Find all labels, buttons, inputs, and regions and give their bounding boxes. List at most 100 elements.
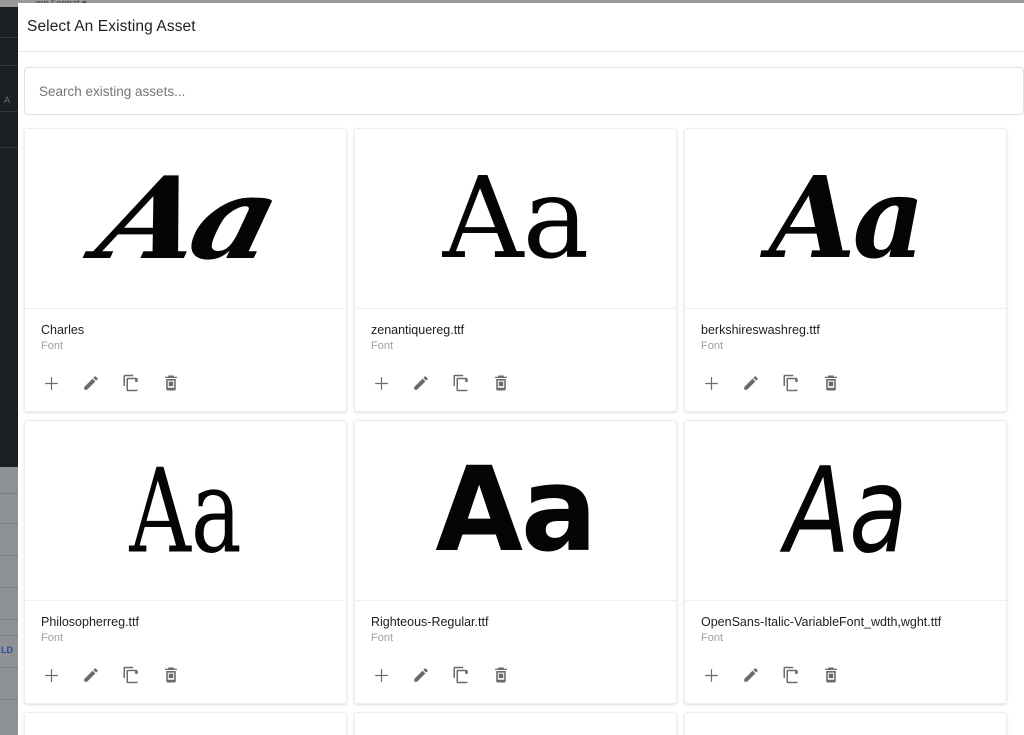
- dialog-header: Select An Existing Asset: [18, 3, 1024, 52]
- edit-button[interactable]: [79, 663, 103, 687]
- asset-name: Charles: [41, 323, 85, 337]
- asset-actions: [25, 354, 346, 411]
- background-sidebar: A: [0, 7, 18, 467]
- asset-type: Font: [371, 632, 394, 644]
- asset-grid: Aa Charles Font Aa zenantiquereg.ttf Fon…: [24, 128, 1018, 735]
- dialog-title: Select An Existing Asset: [27, 18, 196, 35]
- font-preview-glyph: Aa: [784, 441, 908, 579]
- search-bar: [24, 67, 1024, 115]
- add-button[interactable]: [39, 371, 63, 395]
- asset-card-Charles[interactable]: Aa Charles Font: [24, 128, 347, 412]
- asset-type: Font: [371, 340, 394, 352]
- plus-icon: [702, 374, 721, 393]
- asset-name: berkshireswashreg.ttf: [701, 323, 820, 337]
- asset-name: Righteous-Regular.ttf: [371, 615, 489, 629]
- asset-preview: Aa: [685, 421, 1006, 601]
- background-sidebar-label: A: [4, 95, 11, 105]
- background-panel-label: LD: [1, 645, 13, 655]
- asset-preview: Aa: [25, 129, 346, 309]
- background-panel-divider: [0, 523, 18, 524]
- edit-button[interactable]: [79, 371, 103, 395]
- asset-info: Righteous-Regular.ttf Font: [355, 601, 676, 646]
- duplicate-button[interactable]: [449, 663, 473, 687]
- delete-button[interactable]: [819, 663, 843, 687]
- delete-button[interactable]: [159, 663, 183, 687]
- asset-preview: [25, 713, 346, 735]
- copy-icon: [452, 666, 470, 684]
- asset-name: Philosopherreg.ttf: [41, 615, 139, 629]
- trash-delete-icon: [492, 666, 510, 684]
- asset-card-berkshireswashreg.ttf[interactable]: Aa berkshireswashreg.ttf Font: [684, 128, 1007, 412]
- background-sidebar-divider: [0, 111, 18, 112]
- add-button[interactable]: [699, 663, 723, 687]
- duplicate-button[interactable]: [119, 663, 143, 687]
- duplicate-button[interactable]: [449, 371, 473, 395]
- asset-actions: [355, 646, 676, 703]
- trash-delete-icon: [162, 666, 180, 684]
- copy-icon: [782, 374, 800, 392]
- select-asset-dialog: Select An Existing Asset Aa Charles Font: [18, 3, 1024, 735]
- asset-preview: [355, 713, 676, 735]
- copy-icon: [782, 666, 800, 684]
- pencil-icon: [82, 666, 100, 684]
- copy-icon: [452, 374, 470, 392]
- pencil-icon: [412, 374, 430, 392]
- asset-card-Philosopherreg.ttf[interactable]: Aa Philosopherreg.ttf Font: [24, 420, 347, 704]
- asset-preview: [685, 713, 1006, 735]
- edit-button[interactable]: [739, 371, 763, 395]
- search-input[interactable]: [24, 67, 1024, 115]
- asset-card-empty-6[interactable]: [24, 712, 347, 735]
- font-preview-glyph: Aa: [435, 442, 597, 578]
- asset-info: Philosopherreg.ttf Font: [25, 601, 346, 646]
- add-button[interactable]: [699, 371, 723, 395]
- background-panel-divider: [0, 667, 18, 668]
- background-panel-divider: [0, 635, 18, 636]
- asset-info: zenantiquereg.ttf Font: [355, 309, 676, 354]
- background-panel-divider: [0, 587, 18, 588]
- asset-actions: [685, 354, 1006, 411]
- duplicate-button[interactable]: [779, 663, 803, 687]
- asset-type: Font: [41, 340, 64, 352]
- trash-delete-icon: [492, 374, 510, 392]
- asset-card-empty-7[interactable]: [354, 712, 677, 735]
- background-sidebar-divider: [0, 65, 18, 66]
- asset-card-Righteous-Regular.ttf[interactable]: Aa Righteous-Regular.ttf Font: [354, 420, 677, 704]
- asset-info: Charles Font: [25, 309, 346, 354]
- duplicate-button[interactable]: [119, 371, 143, 395]
- pencil-icon: [742, 666, 760, 684]
- delete-button[interactable]: [489, 371, 513, 395]
- asset-type: Font: [701, 632, 724, 644]
- dialog-body: Aa Charles Font: [18, 52, 1024, 735]
- edit-button[interactable]: [739, 663, 763, 687]
- background-panel-divider: [0, 555, 18, 556]
- asset-card-OpenSans-Italic-VariableFont_wdth,wght.ttf[interactable]: Aa OpenSans-Italic-VariableFont_wdth,wgh…: [684, 420, 1007, 704]
- asset-name: OpenSans-Italic-VariableFont_wdth,wght.t…: [701, 615, 942, 629]
- asset-card-empty-8[interactable]: [684, 712, 1007, 735]
- add-button[interactable]: [39, 663, 63, 687]
- font-preview-glyph: Aa: [85, 152, 286, 285]
- asset-info: OpenSans-Italic-VariableFont_wdth,wght.t…: [685, 601, 1006, 646]
- font-preview-glyph: Aa: [442, 153, 590, 284]
- font-preview-glyph: Aa: [129, 442, 242, 579]
- background-lower-panel: LD: [0, 467, 18, 735]
- edit-button[interactable]: [409, 371, 433, 395]
- plus-icon: [42, 666, 61, 685]
- asset-preview: Aa: [355, 421, 676, 601]
- plus-icon: [372, 666, 391, 685]
- background-panel-divider: [0, 619, 18, 620]
- delete-button[interactable]: [819, 371, 843, 395]
- duplicate-button[interactable]: [779, 371, 803, 395]
- copy-icon: [122, 374, 140, 392]
- delete-button[interactable]: [159, 371, 183, 395]
- trash-delete-icon: [822, 666, 840, 684]
- add-button[interactable]: [369, 371, 393, 395]
- delete-button[interactable]: [489, 663, 513, 687]
- pencil-icon: [412, 666, 430, 684]
- asset-preview: Aa: [685, 129, 1006, 309]
- add-button[interactable]: [369, 663, 393, 687]
- asset-card-zenantiquereg.ttf[interactable]: Aa zenantiquereg.ttf Font: [354, 128, 677, 412]
- copy-icon: [122, 666, 140, 684]
- pencil-icon: [82, 374, 100, 392]
- asset-preview: Aa: [25, 421, 346, 601]
- edit-button[interactable]: [409, 663, 433, 687]
